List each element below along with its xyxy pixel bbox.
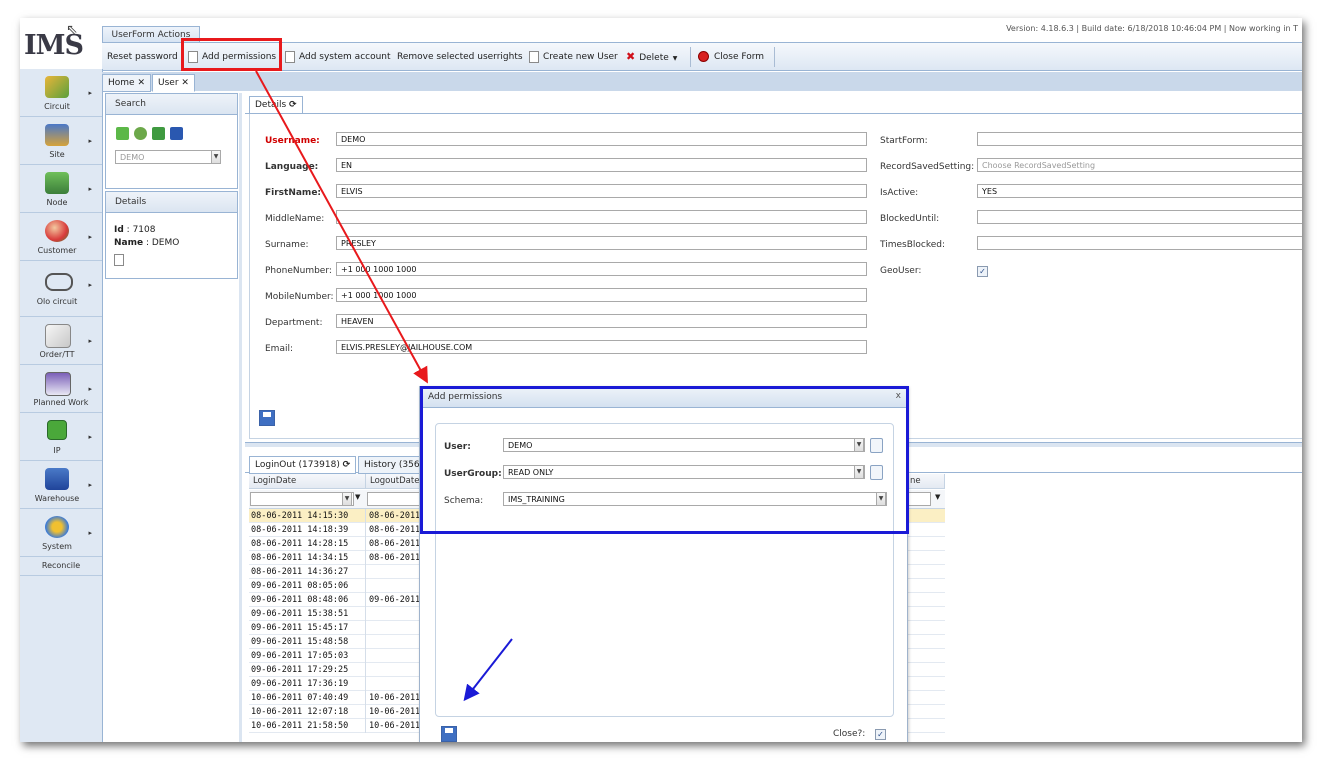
red-arrow [255, 70, 428, 384]
blue-arrow [463, 638, 513, 702]
app-window: IMS ⇖ Version: 4.18.6.3 | Build date: 6/… [20, 18, 1302, 742]
annotation-arrows [255, 70, 513, 702]
